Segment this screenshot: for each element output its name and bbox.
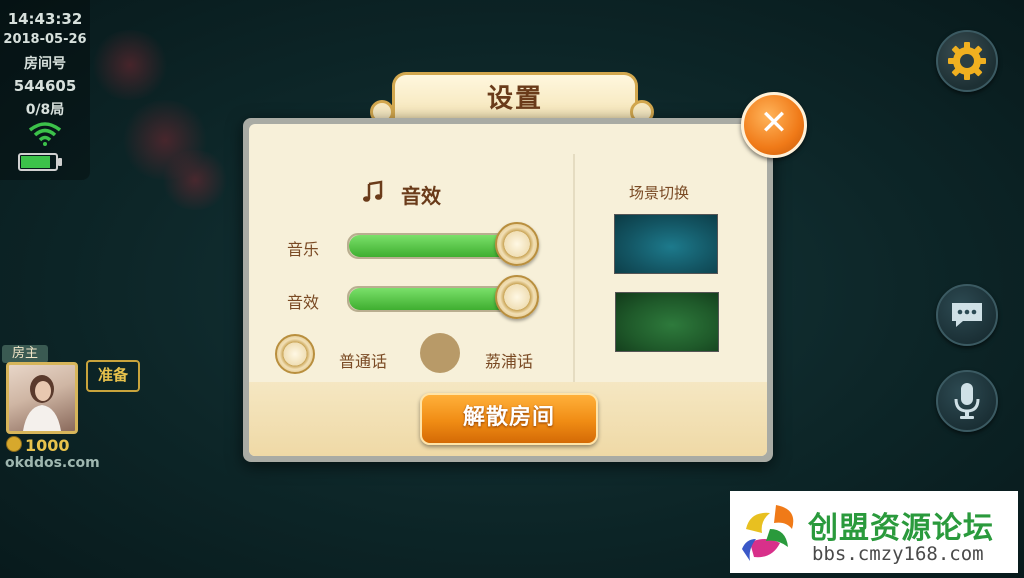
close-button[interactable]: ✕ xyxy=(741,92,807,158)
avatar[interactable] xyxy=(6,362,78,434)
battery-icon xyxy=(18,153,64,173)
dialog-divider xyxy=(573,154,575,382)
music-label: 音乐 xyxy=(287,240,320,259)
coin-balance: 1000 xyxy=(6,436,70,455)
watermark-url: bbs.cmzy168.com xyxy=(812,543,984,565)
settings-gear-button[interactable] xyxy=(936,30,998,92)
watermark-title: 创盟资源论坛 xyxy=(808,511,994,546)
dialect-label-lipu: 荔浦话 xyxy=(485,352,534,371)
dismiss-room-button[interactable]: 解散房间 xyxy=(420,393,598,445)
voice-button[interactable] xyxy=(936,370,998,432)
music-note-icon xyxy=(361,180,385,204)
dialect-radio-mandarin[interactable] xyxy=(275,334,315,374)
room-number: 544605 xyxy=(13,77,77,95)
background-blossom xyxy=(160,150,230,210)
sound-slider-knob[interactable] xyxy=(495,275,539,319)
chat-bubble-icon xyxy=(952,303,982,327)
close-icon: ✕ xyxy=(759,103,789,143)
host-tag: 房主 xyxy=(2,345,48,363)
background-blossom xyxy=(90,30,170,100)
round-count: 0/8局 xyxy=(25,102,65,118)
site-text: okddos.com xyxy=(5,455,100,471)
dialog-title: 设置 xyxy=(486,84,543,114)
dialect-label-mandarin: 普通话 xyxy=(339,352,388,371)
player-portrait-icon xyxy=(23,375,61,431)
microphone-icon xyxy=(954,383,980,419)
ready-badge: 准备 xyxy=(86,360,140,392)
audio-section-title: 音效 xyxy=(401,184,441,208)
date-text: 2018-05-26 xyxy=(3,32,87,47)
watermark-banner: 创盟资源论坛 bbs.cmzy168.com xyxy=(730,491,1018,573)
watermark-logo-icon xyxy=(736,499,802,565)
status-panel: 14:43:32 2018-05-26 房间号 544605 0/8局 xyxy=(0,0,90,180)
coin-icon xyxy=(6,436,22,452)
dialect-radio-lipu[interactable] xyxy=(420,333,460,373)
scene-option-green[interactable] xyxy=(615,292,719,352)
clock-time: 14:43:32 xyxy=(7,10,83,28)
music-slider-knob[interactable] xyxy=(495,222,539,266)
coin-amount: 1000 xyxy=(25,436,70,455)
wifi-icon xyxy=(28,120,62,146)
battery-fill xyxy=(21,156,50,168)
sound-label: 音效 xyxy=(287,293,320,312)
chat-button[interactable] xyxy=(936,284,998,346)
scene-section-title: 场景切换 xyxy=(629,184,690,202)
scene-option-blue[interactable] xyxy=(614,214,718,274)
gear-icon xyxy=(948,42,986,80)
room-label: 房间号 xyxy=(24,56,66,72)
